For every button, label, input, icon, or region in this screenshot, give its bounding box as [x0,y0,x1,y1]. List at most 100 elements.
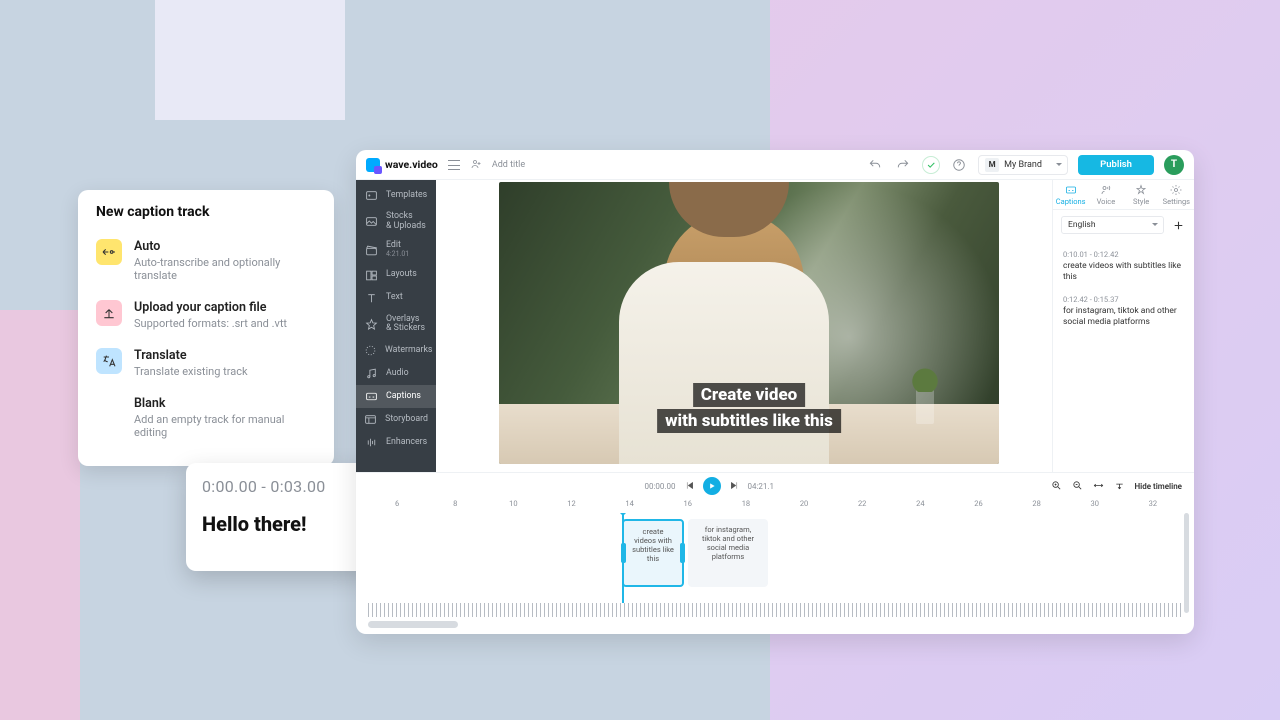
templates-icon [364,189,378,202]
vertical-scrollbar[interactable] [1184,513,1189,613]
tab-style[interactable]: Style [1124,180,1159,209]
left-sidebar: Templates Stocks & Uploads Edit4:21.01 L… [356,180,436,472]
tab-captions[interactable]: Captions [1053,180,1088,209]
tab-label: Captions [1056,197,1086,206]
total-time: 04:21.1 [748,482,775,491]
popover-item-title: Auto [134,239,316,254]
add-member-icon[interactable] [470,155,482,174]
video-preview[interactable]: Create video with subtitles like this [499,182,999,464]
sidebar-label: Audio [386,369,409,379]
add-caption-track-button[interactable] [1170,217,1186,233]
text-icon [364,292,378,305]
menu-icon[interactable] [448,160,460,170]
popover-item-title: Upload your caption file [134,300,287,315]
popover-option-auto[interactable]: Auto Auto-transcribe and optionally tran… [96,230,316,291]
sidebar-item-audio[interactable]: Audio [356,362,436,385]
sidebar-item-stocks[interactable]: Stocks & Uploads [356,207,436,236]
sidebar-label: Watermarks [385,346,432,356]
play-button[interactable] [703,477,721,495]
watermark-icon [364,344,377,357]
redo-button[interactable] [894,156,912,174]
tab-settings[interactable]: Settings [1159,180,1194,209]
tab-label: Voice [1097,197,1116,206]
skip-end-icon[interactable] [729,480,740,493]
timeline-ruler: 68101214161820222426283032 [356,499,1194,513]
horizontal-scrollbar[interactable] [368,621,1182,628]
timeline-scale [368,603,1182,617]
saved-badge [922,156,940,174]
caption-time: 0:12.42 - 0:15.37 [1063,295,1184,304]
sidebar-item-layouts[interactable]: Layouts [356,264,436,287]
sidebar-item-enhancers[interactable]: Enhancers [356,431,436,454]
caption-time: 0:10.01 - 0:12.42 [1063,250,1184,259]
image-icon [364,215,378,228]
blank-icon [96,396,122,422]
timeline: 00:00.00 04:21.1 Hide timeline 681012141… [356,472,1194,634]
clip-label: create videos with subtitles like this [632,527,674,563]
caption-list-item[interactable]: 0:12.42 - 0:15.37 for instagram, tiktok … [1061,289,1186,334]
audio-icon [364,367,378,380]
popover-item-title: Translate [134,348,248,363]
caption-text: create videos with subtitles like this [1063,261,1184,283]
fit-width-icon[interactable] [1093,480,1104,493]
undo-button[interactable] [866,156,884,174]
caption-line: Create video [693,383,806,407]
sidebar-label: Enhancers [386,438,427,448]
popover-option-blank[interactable]: Blank Add an empty track for manual edit… [96,387,316,448]
title-input[interactable]: Add title [492,160,525,170]
stage: Create video with subtitles like this [436,180,1052,472]
caption-track-popover: New caption track Auto Auto-transcribe a… [78,190,334,466]
hide-timeline-button[interactable]: Hide timeline [1135,482,1183,491]
popover-option-translate[interactable]: Translate Translate existing track [96,339,316,387]
star-icon [364,318,378,331]
skip-start-icon[interactable] [684,480,695,493]
popover-item-sub: Add an empty track for manual editing [134,413,316,439]
tab-label: Settings [1163,197,1190,206]
zoom-in-icon[interactable] [1051,480,1062,493]
sidebar-item-text[interactable]: Text [356,287,436,310]
auto-icon [96,239,122,265]
layouts-icon [364,269,378,282]
timeline-clip[interactable]: for instagram, tiktok and other social m… [688,519,768,587]
enhancers-icon [364,436,378,449]
tab-label: Style [1133,197,1149,206]
brand-select[interactable]: M My Brand [978,155,1068,175]
track-area[interactable]: create videos with subtitles like this f… [368,513,1182,603]
brand-logo-icon [366,158,380,172]
brand-text: wave.video [385,158,438,171]
caption-list-item[interactable]: 0:10.01 - 0:12.42 create videos with sub… [1061,244,1186,289]
sidebar-item-watermarks[interactable]: Watermarks [356,339,436,362]
brand[interactable]: wave.video [366,158,438,172]
brand-select-label: My Brand [1004,160,1042,170]
popover-option-upload[interactable]: Upload your caption file Supported forma… [96,291,316,339]
popover-heading: New caption track [96,204,316,220]
sidebar-item-captions[interactable]: Captions [356,385,436,408]
language-value: English [1068,220,1096,230]
avatar[interactable]: T [1164,155,1184,175]
sidebar-item-edit[interactable]: Edit4:21.01 [356,236,436,263]
sidebar-item-templates[interactable]: Templates [356,184,436,207]
sidebar-label: Edit [386,240,401,250]
sidebar-label: Text [386,293,403,303]
caption-text: for instagram, tiktok and other social m… [1063,306,1184,328]
popover-item-sub: Translate existing track [134,365,248,378]
sidebar-label: Overlays & Stickers [386,315,425,334]
clip-label: for instagram, tiktok and other social m… [702,525,754,561]
sidebar-item-overlays[interactable]: Overlays & Stickers [356,310,436,339]
language-select[interactable]: English [1061,216,1164,234]
preview-caption: Create video with subtitles like this [657,382,841,434]
collapse-icon[interactable] [1114,480,1125,493]
inspector: Captions Voice Style Settings English 0:… [1052,180,1194,472]
tab-voice[interactable]: Voice [1088,180,1123,209]
sidebar-label: Stocks & Uploads [386,212,426,231]
caption-line: with subtitles like this [657,409,841,433]
clapper-icon [364,244,378,257]
storyboard-icon [364,413,377,426]
help-icon[interactable] [950,156,968,174]
timeline-clip[interactable]: create videos with subtitles like this [622,519,684,587]
sidebar-item-storyboard[interactable]: Storyboard [356,408,436,431]
captions-icon [364,390,378,403]
zoom-out-icon[interactable] [1072,480,1083,493]
publish-button[interactable]: Publish [1078,155,1154,175]
editor-app: wave.video Add title M My Brand Publish … [356,150,1194,634]
